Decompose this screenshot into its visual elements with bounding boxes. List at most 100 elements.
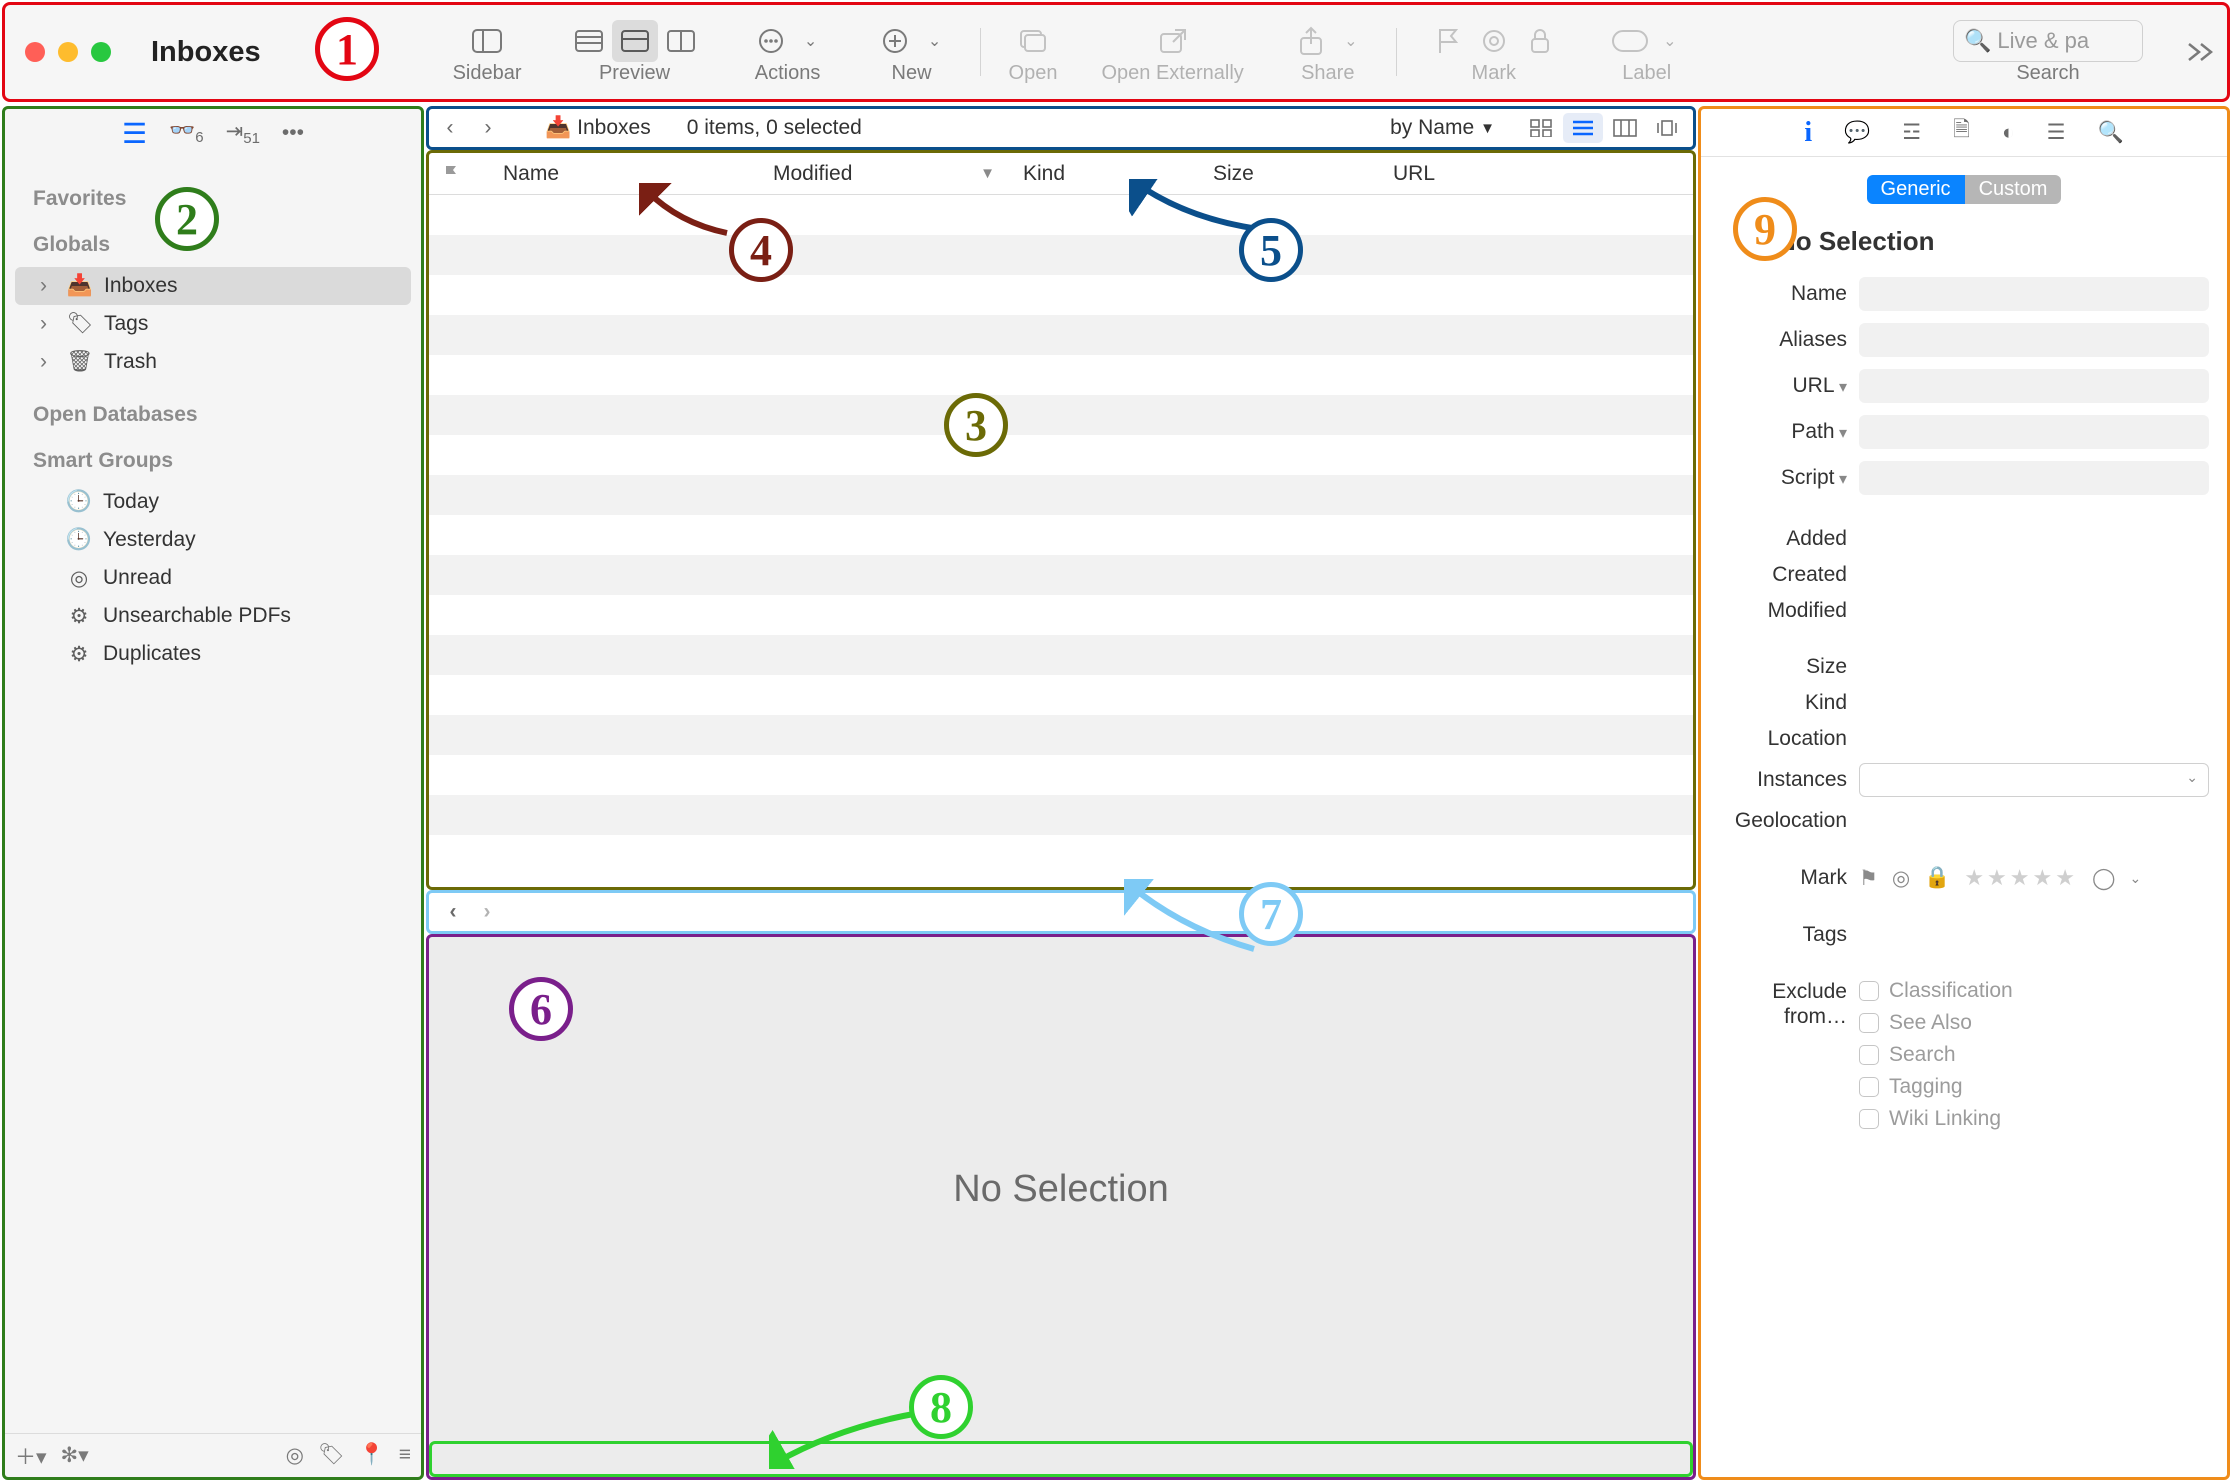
segment-generic[interactable]: Generic xyxy=(1867,175,1965,204)
close-window-button[interactable] xyxy=(25,42,45,62)
open-externally-button[interactable] xyxy=(1150,20,1196,62)
tag-icon[interactable]: 🏷 xyxy=(318,1443,345,1468)
label-location: Location xyxy=(1719,727,1859,751)
nav-back-button[interactable]: ‹ xyxy=(435,116,465,140)
sidebar-item-unread[interactable]: ◎ Unread xyxy=(15,559,411,597)
actions-button[interactable] xyxy=(748,20,794,62)
col-name[interactable]: Name xyxy=(489,162,759,186)
share-button[interactable] xyxy=(1288,20,1334,62)
inspector-tab-seealso[interactable]: ☰ xyxy=(2047,120,2066,145)
section-open-databases[interactable]: Open Databases xyxy=(33,403,403,427)
preview-none-button[interactable] xyxy=(566,20,612,62)
add-button[interactable]: ＋▾ xyxy=(15,1441,47,1471)
lock-button[interactable] xyxy=(1517,20,1563,62)
view-columns-button[interactable] xyxy=(1605,113,1645,143)
share-menu-button[interactable]: ⌄ xyxy=(1334,20,1368,62)
field-path[interactable] xyxy=(1859,415,2209,449)
annotation-arrow-8 xyxy=(769,1407,929,1469)
lock-icon[interactable]: 🔒 xyxy=(1924,866,1950,890)
unread-button[interactable] xyxy=(1471,20,1517,62)
label-path[interactable]: Path xyxy=(1719,420,1859,444)
sort-menu[interactable]: by Name ▼ xyxy=(1390,116,1495,140)
action-gear-button[interactable]: ✻▾ xyxy=(61,1443,89,1468)
field-instances[interactable]: ⌄ xyxy=(1859,763,2209,797)
table-row xyxy=(429,475,1693,515)
open-button[interactable] xyxy=(1010,20,1056,62)
inspector-tab-info[interactable]: i xyxy=(1804,117,1812,149)
toggle-sidebar-button[interactable] xyxy=(464,20,510,62)
tag-bar[interactable] xyxy=(429,1441,1693,1477)
rating-stars[interactable]: ★★★★★ xyxy=(1964,865,2078,891)
col-flag[interactable] xyxy=(429,164,489,184)
preview-standard-button[interactable] xyxy=(612,20,658,62)
col-modified[interactable]: Modified▼ xyxy=(759,162,1009,186)
chevron-right-icon[interactable]: › xyxy=(40,274,56,298)
zoom-window-button[interactable] xyxy=(91,42,111,62)
checkbox-search[interactable] xyxy=(1859,1045,1879,1065)
sidebar-item-today[interactable]: 🕒 Today xyxy=(15,483,411,521)
label-menu[interactable]: ⌄ xyxy=(2129,870,2141,887)
doc-forward-button[interactable]: › xyxy=(473,900,501,924)
field-script[interactable] xyxy=(1859,461,2209,495)
search-field[interactable]: 🔍 Live & pa xyxy=(1953,20,2143,62)
field-name[interactable] xyxy=(1859,277,2209,311)
inspector-tab-content[interactable]: ☲ xyxy=(1902,120,1921,145)
checkbox-wikilinking[interactable] xyxy=(1859,1109,1879,1129)
section-favorites[interactable]: Favorites xyxy=(33,187,403,211)
flag-button[interactable] xyxy=(1425,20,1471,62)
toolbar-open-label: Open xyxy=(1009,62,1058,85)
preview-wide-button[interactable] xyxy=(658,20,704,62)
label-pill[interactable]: ◯ xyxy=(2092,866,2116,891)
inspector-tab-search[interactable]: 🔍 xyxy=(2098,121,2124,145)
chevron-right-icon[interactable]: › xyxy=(40,312,56,336)
doc-back-button[interactable]: ‹ xyxy=(439,900,467,924)
pin-icon[interactable]: 📍 xyxy=(359,1443,385,1468)
columns-icon[interactable]: ≡ xyxy=(399,1443,411,1468)
actions-menu-button[interactable]: ⌄ xyxy=(794,20,828,62)
inspector-tab-annotations[interactable]: 💬 xyxy=(1844,121,1870,145)
tag-icon: 🏷 xyxy=(66,312,94,336)
sidebar-item-unsearchable-pdfs[interactable]: ⚙ Unsearchable PDFs xyxy=(15,597,411,635)
breadcrumb[interactable]: 📥 Inboxes xyxy=(545,116,651,140)
sidebar-item-tags[interactable]: › 🏷 Tags xyxy=(15,305,411,343)
nav-forward-button[interactable]: › xyxy=(473,116,503,140)
section-globals[interactable]: Globals xyxy=(33,233,403,257)
sidebar-item-duplicates[interactable]: ⚙ Duplicates xyxy=(15,635,411,673)
inspector-tab-concordance[interactable]: ◐ xyxy=(2002,121,2015,145)
sidebar-tab-import[interactable]: ⇥51 xyxy=(226,119,260,147)
new-menu-button[interactable]: ⌄ xyxy=(918,20,952,62)
sidebar-tab-navigate[interactable]: ☰ xyxy=(122,117,147,150)
field-aliases[interactable] xyxy=(1859,323,2209,357)
toolbar-overflow-button[interactable] xyxy=(2185,40,2215,64)
sidebar-tab-reading[interactable]: 👓6 xyxy=(169,119,204,146)
checkbox-seealso[interactable] xyxy=(1859,1013,1879,1033)
view-coverflow-button[interactable] xyxy=(1647,113,1687,143)
sidebar-item-label: Trash xyxy=(104,350,157,374)
label-button[interactable] xyxy=(1607,20,1653,62)
inspector-tab-document[interactable]: 🗎 xyxy=(1953,115,1970,150)
field-url[interactable] xyxy=(1859,369,2209,403)
label-menu-button[interactable]: ⌄ xyxy=(1653,20,1687,62)
new-button[interactable] xyxy=(872,20,918,62)
segment-custom[interactable]: Custom xyxy=(1965,175,2062,204)
sidebar-item-inboxes[interactable]: › 📥 Inboxes xyxy=(15,267,411,305)
view-list-button[interactable] xyxy=(1563,113,1603,143)
sidebar-item-yesterday[interactable]: 🕒 Yesterday xyxy=(15,521,411,559)
target-icon[interactable]: ◎ xyxy=(286,1443,304,1468)
unread-icon: ◎ xyxy=(65,566,93,591)
view-icons-button[interactable] xyxy=(1521,113,1561,143)
unread-icon[interactable]: ◎ xyxy=(1892,866,1910,891)
label-size: Size xyxy=(1719,655,1859,679)
label-script[interactable]: Script xyxy=(1719,466,1859,490)
checkbox-tagging[interactable] xyxy=(1859,1077,1879,1097)
checkbox-classification[interactable] xyxy=(1859,981,1879,1001)
chevron-right-icon[interactable]: › xyxy=(40,350,56,374)
gear-icon: ⚙ xyxy=(65,642,93,667)
sidebar-item-trash[interactable]: › 🗑 Trash xyxy=(15,343,411,381)
flag-icon[interactable]: ⚑ xyxy=(1859,866,1878,891)
section-smart-groups[interactable]: Smart Groups xyxy=(33,449,403,473)
minimize-window-button[interactable] xyxy=(58,42,78,62)
col-url[interactable]: URL xyxy=(1379,162,1693,186)
sidebar-tab-extras[interactable]: ••• xyxy=(282,121,304,145)
label-url[interactable]: URL xyxy=(1719,374,1859,398)
